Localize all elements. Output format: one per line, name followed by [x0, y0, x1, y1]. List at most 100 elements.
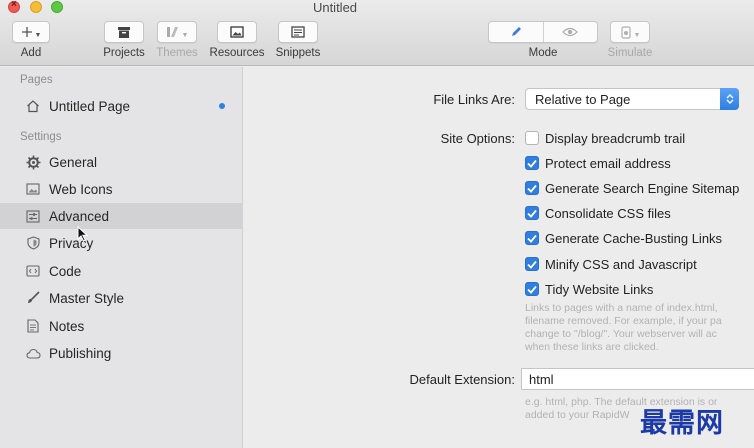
option-label: Tidy Website Links: [545, 281, 654, 297]
help-line: when these links are clicked.: [525, 341, 659, 353]
sidebar-item-general[interactable]: General: [0, 149, 243, 175]
option-consolidate-css[interactable]: Consolidate CSS files: [525, 204, 671, 222]
watermark: 最需网: [640, 408, 724, 439]
chevron-down-icon: ▼: [633, 31, 641, 39]
plus-icon: [21, 27, 32, 37]
sidebar-item-label: Notes: [49, 318, 85, 334]
checkmark-icon: [527, 285, 537, 294]
checkmark-icon: [527, 260, 537, 269]
chevron-down-icon: ▼: [181, 31, 189, 39]
option-label: Display breadcrumb trail: [545, 130, 686, 146]
option-protect-email[interactable]: Protect email address: [525, 154, 671, 172]
simulate-label: Simulate: [607, 47, 653, 59]
snippet-icon: [291, 26, 305, 38]
image-icon: [230, 26, 244, 38]
sidebar-item-code[interactable]: Code: [0, 258, 243, 284]
settings-section-header: Settings: [20, 131, 62, 143]
checkbox[interactable]: [525, 206, 539, 220]
resources-label: Resources: [209, 47, 265, 59]
snippets-label: Snippets: [275, 47, 321, 59]
pencil-icon: [511, 27, 521, 36]
sidebar-item-label: Publishing: [49, 345, 112, 361]
home-icon: [25, 98, 41, 114]
option-minify[interactable]: Minify CSS and Javascript: [525, 255, 697, 273]
checkbox[interactable]: [525, 181, 539, 195]
default-extension-input[interactable]: html: [521, 368, 754, 390]
add-label: Add: [20, 47, 42, 59]
shield-icon: [25, 235, 41, 251]
mode-label: Mode: [528, 47, 558, 59]
checkmark-icon: [527, 159, 537, 168]
sidebar-item-label: Master Style: [49, 290, 125, 306]
option-label: Consolidate CSS files: [545, 205, 671, 221]
archive-box-icon: [118, 26, 130, 38]
sidebar-item-label: General: [49, 154, 98, 170]
option-label: Protect email address: [545, 155, 671, 171]
file-links-label: File Links Are:: [433, 92, 515, 107]
sidebar-item-publishing[interactable]: Publishing: [0, 340, 243, 366]
sidebar: Pages Untitled Page Settings General Web…: [0, 67, 243, 448]
cloud-icon: [25, 345, 41, 361]
projects-label: Projects: [103, 47, 145, 59]
checkbox[interactable]: [525, 257, 539, 271]
sidebar-item-label: Untitled Page: [49, 98, 131, 114]
sidebar-item-privacy[interactable]: Privacy: [0, 230, 243, 256]
window-title-container: Untitled: [0, 0, 754, 15]
file-links-select[interactable]: Relative to Page: [525, 88, 739, 110]
checkbox[interactable]: [525, 156, 539, 170]
sidebar-item-untitled-page[interactable]: Untitled Page: [0, 93, 243, 119]
snippets-button[interactable]: [278, 21, 318, 43]
themes-button[interactable]: ▼: [157, 21, 197, 43]
preview-mode-button[interactable]: [544, 22, 598, 42]
checkmark-icon: [527, 184, 537, 193]
eye-icon: [562, 27, 579, 37]
help-line: Links to pages with a name of index.html…: [525, 302, 718, 314]
sidebar-item-notes[interactable]: Notes: [0, 313, 243, 339]
checkbox[interactable]: [525, 231, 539, 245]
option-label: Generate Cache-Busting Links: [545, 230, 723, 246]
file-links-value: Relative to Page: [535, 91, 631, 107]
sidebar-item-label: Code: [49, 263, 82, 279]
option-tidy-links[interactable]: Tidy Website Links: [525, 280, 653, 298]
option-cache-busting[interactable]: Generate Cache-Busting Links: [525, 229, 722, 247]
image-icon: [25, 181, 41, 197]
checkmark-icon: [527, 234, 537, 243]
themes-icon: [166, 27, 178, 37]
pages-section-header: Pages: [20, 74, 53, 86]
simulate-button[interactable]: ▼: [610, 21, 650, 43]
help-line: change to "/blog/". Your webserver will …: [525, 328, 717, 340]
default-extension-value: html: [529, 371, 554, 387]
unsaved-indicator: [219, 103, 225, 109]
sidebar-item-label: Web Icons: [49, 181, 113, 197]
document-icon: [25, 318, 41, 334]
advanced-settings-pane: File Links Are: Relative to Page Site Op…: [244, 67, 754, 448]
sidebar-item-advanced[interactable]: Advanced: [0, 203, 243, 229]
toolbar: × Untitled ▼ Add Projects ▼ Themes Resou…: [0, 0, 754, 66]
default-extension-label: Default Extension:: [409, 372, 515, 387]
checkbox[interactable]: [525, 131, 539, 145]
gear-icon: [25, 154, 41, 170]
simulate-icon: [620, 25, 631, 39]
option-search-sitemap[interactable]: Generate Search Engine Sitemap: [525, 179, 739, 197]
sliders-icon: [25, 208, 41, 224]
option-display-breadcrumb[interactable]: Display breadcrumb trail: [525, 129, 685, 147]
sidebar-item-web-icons[interactable]: Web Icons: [0, 176, 243, 202]
edit-mode-button[interactable]: [489, 22, 544, 42]
sidebar-item-label: Advanced: [49, 208, 110, 224]
help-line: filename removed. For example, if your p…: [525, 315, 722, 327]
checkbox[interactable]: [525, 282, 539, 296]
chevron-down-icon: ▼: [34, 31, 42, 39]
resources-button[interactable]: [217, 21, 257, 43]
window-title: Untitled: [312, 0, 358, 15]
option-label: Minify CSS and Javascript: [545, 256, 697, 272]
option-label: Generate Search Engine Sitemap: [545, 180, 740, 196]
mouse-cursor-icon: [77, 226, 89, 242]
sidebar-item-master-style[interactable]: Master Style: [0, 285, 243, 311]
themes-label: Themes: [156, 47, 198, 59]
brush-icon: [25, 290, 41, 306]
projects-button[interactable]: [104, 21, 144, 43]
add-button[interactable]: ▼: [12, 21, 50, 43]
code-icon: [25, 263, 41, 279]
site-options-label: Site Options:: [440, 131, 515, 146]
tidy-links-help: Links to pages with a name of index.html…: [525, 302, 722, 354]
